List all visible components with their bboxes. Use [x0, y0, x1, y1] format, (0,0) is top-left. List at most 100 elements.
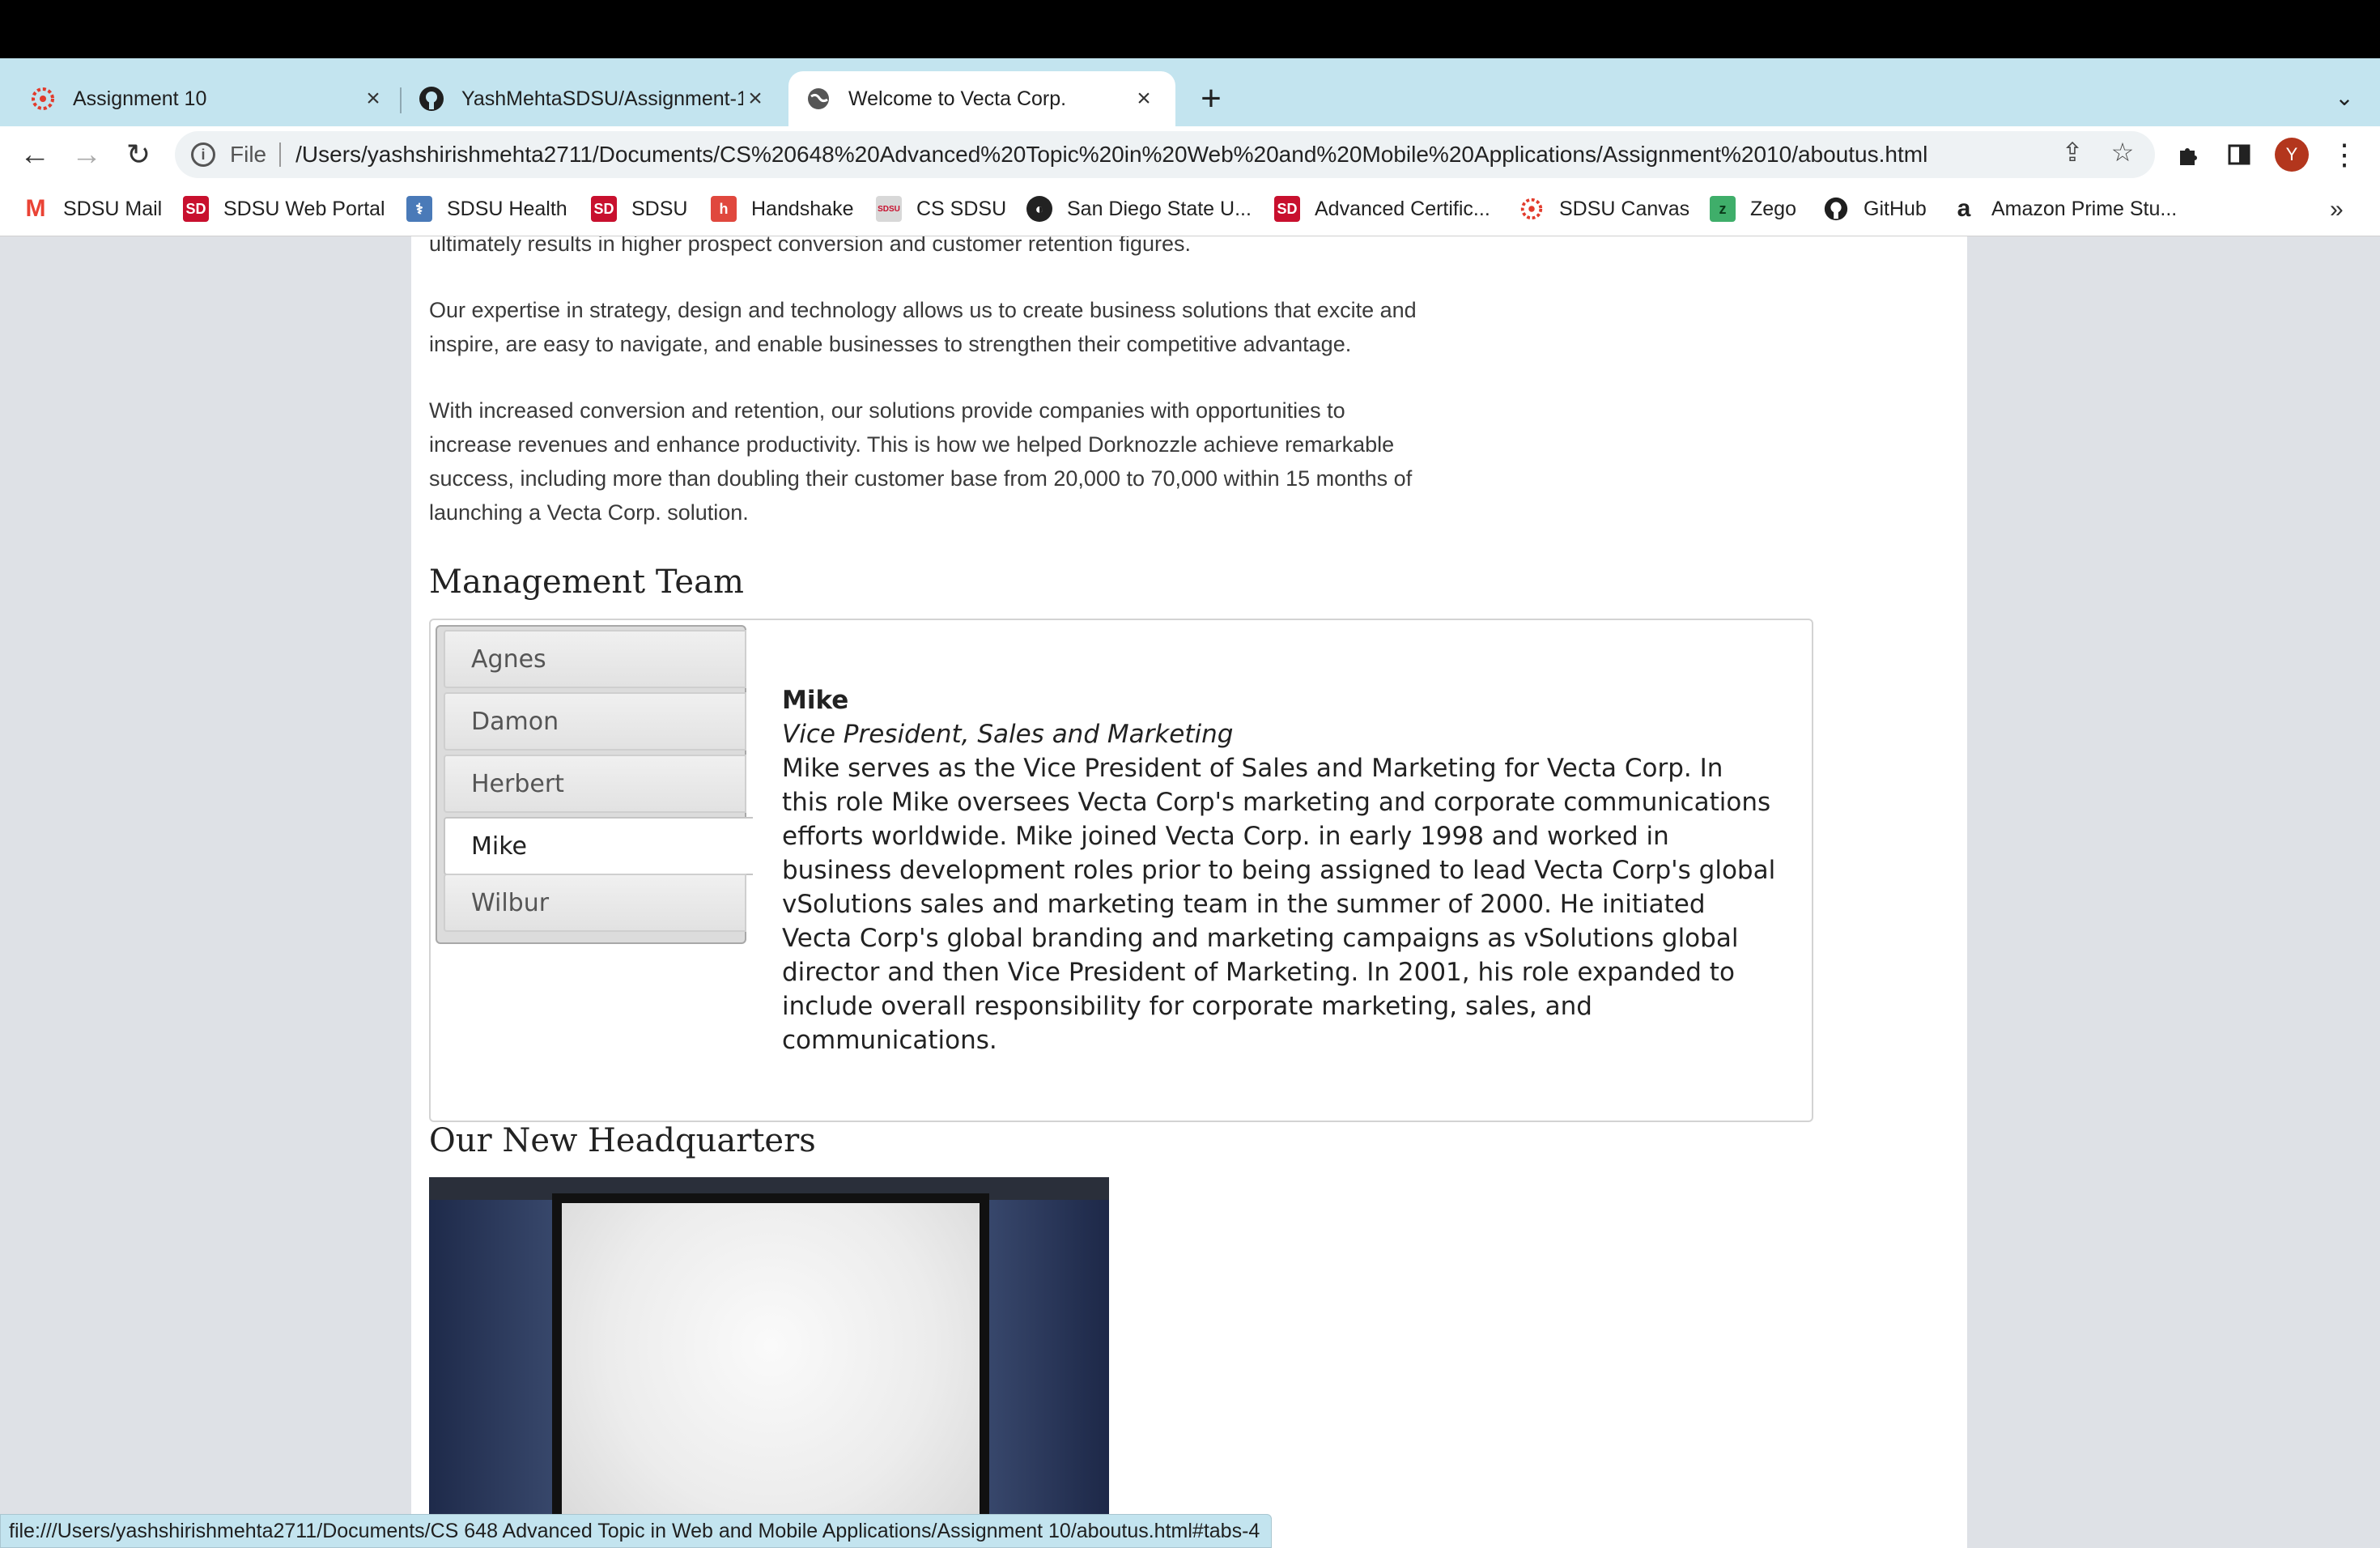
- bookmark-label: SDSU Health: [447, 197, 567, 220]
- paragraph-conversion: With increased conversion and retention,…: [429, 393, 1481, 529]
- browser-tab-vecta[interactable]: Welcome to Vecta Corp. ×: [788, 71, 1175, 126]
- image-projection-screen: [562, 1203, 980, 1548]
- globe-icon: ◐: [1026, 196, 1052, 222]
- management-team-heading: Management Team: [429, 563, 744, 601]
- paragraph-partial: ultimately results in higher prospect co…: [429, 236, 1191, 256]
- canvas-icon: [1519, 196, 1545, 222]
- chevron-down-icon[interactable]: ⌄: [2330, 84, 2359, 113]
- bio-line: vSolutions sales and marketing team in t…: [782, 890, 1706, 919]
- tab-damon[interactable]: Damon: [444, 692, 746, 751]
- page-viewport: ultimately results in higher prospect co…: [0, 236, 2380, 1548]
- zego-icon: z: [1710, 196, 1736, 222]
- headquarters-image: [429, 1177, 1109, 1548]
- paragraph-line: inspire, are easy to navigate, and enabl…: [429, 332, 1352, 356]
- bookmark-label: SDSU Canvas: [1559, 197, 1690, 220]
- info-icon[interactable]: i: [191, 142, 215, 167]
- bookmark-label: San Diego State U...: [1067, 197, 1252, 220]
- bio-line: communications.: [782, 1026, 997, 1055]
- tab-herbert[interactable]: Herbert: [444, 755, 746, 813]
- close-icon[interactable]: ×: [1132, 85, 1156, 112]
- browser-tabstrip: Assignment 10 × YashMehtaSDSU/Assignment…: [0, 58, 2380, 126]
- cs-sdsu-icon: SDSU: [876, 196, 902, 222]
- browser-tab-github[interactable]: YashMehtaSDSU/Assignment-1 ×: [405, 71, 787, 126]
- tab-title: Welcome to Vecta Corp.: [848, 87, 1067, 110]
- bookmark-sdsu[interactable]: SD SDSU: [591, 193, 687, 225]
- bio-line: director and then Vice President of Mark…: [782, 958, 1735, 987]
- person-name: Mike: [782, 686, 849, 715]
- paragraph-line: With increased conversion and retention,…: [429, 398, 1345, 423]
- bio-line: business development roles prior to bein…: [782, 856, 1776, 885]
- reload-icon[interactable]: ↻: [118, 134, 159, 175]
- browser-toolbar: ← → ↻ i File /Users/yashshirishmehta2711…: [0, 126, 2380, 183]
- bookmark-label: CS SDSU: [916, 197, 1007, 220]
- kebab-menu-icon[interactable]: ⋮: [2327, 137, 2362, 172]
- sd-icon: SD: [1274, 196, 1300, 222]
- paragraph-line: Our expertise in strategy, design and te…: [429, 298, 1417, 322]
- browser-tab-assignment[interactable]: Assignment 10 ×: [0, 71, 405, 126]
- tab-divider: [400, 87, 402, 113]
- page-content: ultimately results in higher prospect co…: [411, 236, 1967, 1548]
- bio-line: efforts worldwide. Mike joined Vecta Cor…: [782, 822, 1669, 851]
- bookmark-label: SDSU Mail: [63, 197, 163, 220]
- profile-avatar[interactable]: Y: [2275, 138, 2309, 172]
- url-text[interactable]: /Users/yashshirishmehta2711/Documents/CS…: [295, 142, 2155, 168]
- management-tabs-widget: Agnes Damon Herbert Mike Wilbur Mike Vic…: [429, 619, 1813, 1122]
- tab-panel-mike: Mike Vice President, Sales and Marketing…: [782, 683, 1786, 1057]
- gmail-icon: M: [25, 195, 46, 222]
- bookmark-label: Advanced Certific...: [1315, 197, 1490, 220]
- bookmark-sdsu-mail[interactable]: M SDSU Mail: [23, 193, 163, 225]
- close-icon[interactable]: ×: [361, 85, 385, 112]
- bookmark-label: Amazon Prime Stu...: [1991, 197, 2178, 220]
- github-icon: [418, 85, 445, 113]
- forward-arrow-icon[interactable]: →: [66, 134, 107, 175]
- back-arrow-icon[interactable]: ←: [15, 134, 55, 175]
- paragraph-line: success, including more than doubling th…: [429, 466, 1413, 491]
- github-icon: [1823, 196, 1849, 222]
- bookmark-github[interactable]: GitHub: [1823, 193, 1927, 225]
- share-icon[interactable]: ⇪: [2055, 134, 2090, 170]
- bookmark-zego[interactable]: z Zego: [1710, 193, 1796, 225]
- omnibox-divider: [279, 142, 282, 167]
- bio-line: Mike serves as the Vice President of Sal…: [782, 754, 1723, 783]
- new-tab-plus-icon[interactable]: +: [1195, 81, 1227, 117]
- bookmark-amazon-prime[interactable]: a Amazon Prime Stu...: [1951, 193, 2178, 225]
- status-bar-url: file:///Users/yashshirishmehta2711/Docum…: [0, 1514, 1273, 1548]
- person-role: Vice President, Sales and Marketing: [782, 720, 1234, 749]
- side-panel-icon[interactable]: [2221, 137, 2257, 172]
- bookmark-label: Handshake: [751, 197, 854, 220]
- extensions-puzzle-icon[interactable]: [2171, 137, 2207, 172]
- bookmark-san-diego-state[interactable]: ◐ San Diego State U...: [1026, 193, 1252, 225]
- bookmark-label: Zego: [1750, 197, 1796, 220]
- bookmark-label: SDSU Web Portal: [223, 197, 385, 220]
- os-top-bar: [0, 0, 2380, 58]
- bio-line: this role Mike oversees Vecta Corp's mar…: [782, 788, 1771, 817]
- close-icon[interactable]: ×: [743, 85, 767, 112]
- bio-line: Vecta Corp's global branding and marketi…: [782, 924, 1739, 953]
- management-tabs-nav: Agnes Damon Herbert Mike Wilbur: [436, 625, 753, 944]
- star-icon[interactable]: ☆: [2105, 134, 2140, 170]
- health-icon: ⚕: [406, 196, 432, 222]
- address-bar[interactable]: i File /Users/yashshirishmehta2711/Docum…: [175, 131, 2155, 178]
- canvas-icon: [29, 85, 57, 113]
- bookmark-advanced-certificate[interactable]: SD Advanced Certific...: [1274, 193, 1490, 225]
- scheme-label: File: [230, 142, 267, 167]
- sd-icon: SD: [183, 196, 209, 222]
- bookmark-cs-sdsu[interactable]: SDSU CS SDSU: [876, 193, 1006, 225]
- paragraph-line: launching a Vecta Corp. solution.: [429, 500, 749, 525]
- headquarters-heading: Our New Headquarters: [429, 1122, 816, 1159]
- bio-line: include overall responsibility for corpo…: [782, 992, 1592, 1021]
- paragraph-line: increase revenues and enhance productivi…: [429, 432, 1395, 457]
- bookmarks-overflow-icon[interactable]: »: [2330, 196, 2344, 223]
- bookmark-sdsu-health[interactable]: ⚕ SDSU Health: [406, 193, 567, 225]
- bookmark-sdsu-canvas[interactable]: SDSU Canvas: [1519, 193, 1689, 225]
- tab-agnes[interactable]: Agnes: [444, 630, 746, 688]
- bookmark-sdsu-web-portal[interactable]: SD SDSU Web Portal: [183, 193, 385, 225]
- tab-wilbur[interactable]: Wilbur: [444, 874, 746, 932]
- globe-icon: [805, 85, 832, 113]
- bookmark-handshake[interactable]: h Handshake: [711, 193, 853, 225]
- bookmark-label: GitHub: [1864, 197, 1927, 220]
- paragraph-expertise: Our expertise in strategy, design and te…: [429, 293, 1481, 361]
- amazon-icon: a: [1957, 195, 1971, 222]
- tab-mike[interactable]: Mike: [444, 817, 753, 875]
- bookmark-label: SDSU: [631, 197, 688, 220]
